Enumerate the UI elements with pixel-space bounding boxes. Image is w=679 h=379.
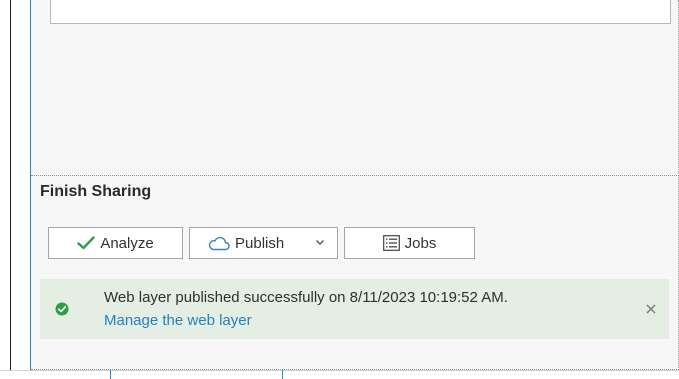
- tab-divider: [110, 370, 111, 379]
- finish-sharing-title: Finish Sharing: [40, 183, 152, 200]
- analyze-button[interactable]: Analyze: [48, 227, 183, 259]
- manage-web-layer-link[interactable]: Manage the web layer: [104, 312, 252, 329]
- success-message: Web layer published successfully on 8/11…: [40, 279, 669, 339]
- bottom-divider: [0, 370, 679, 371]
- close-icon[interactable]: [645, 302, 657, 320]
- tab-divider: [282, 370, 283, 379]
- chevron-down-icon[interactable]: [315, 237, 325, 247]
- analyze-button-label: Analyze: [100, 234, 154, 252]
- description-textbox[interactable]: [50, 0, 671, 24]
- success-message-text: Web layer published successfully on 8/11…: [104, 289, 508, 306]
- publish-button-label: Publish: [235, 234, 285, 252]
- jobs-button[interactable]: Jobs: [344, 227, 475, 259]
- publish-button[interactable]: Publish: [189, 227, 338, 259]
- success-check-icon: [55, 302, 69, 321]
- checkmark-icon: [77, 236, 96, 250]
- jobs-button-label: Jobs: [404, 234, 437, 252]
- finish-sharing-section: [31, 175, 679, 370]
- cloud-icon: [208, 236, 230, 251]
- list-icon: [382, 235, 400, 251]
